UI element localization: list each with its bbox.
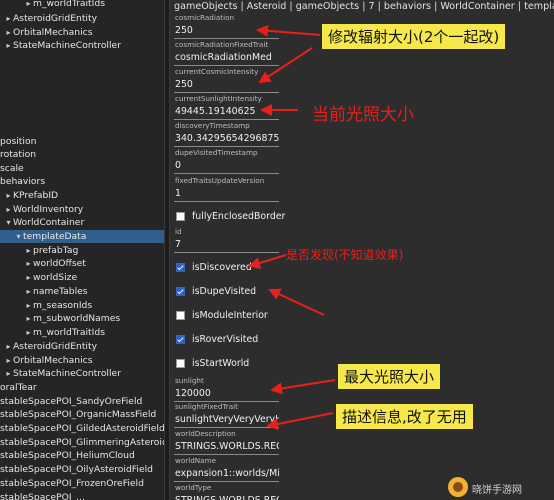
- annotation-is-discovered: 是否发现(不知道效果): [286, 248, 404, 262]
- watermark-logo-icon: [448, 477, 468, 497]
- annotation-current-sunlight: 当前光照大小: [312, 105, 414, 125]
- watermark-text: 晓饼手游网: [472, 485, 522, 496]
- annotation-max-sunlight: 最大光照大小: [338, 364, 441, 389]
- watermark: 晓饼手游网: [442, 474, 554, 500]
- annotation-modify-radiation: 修改辐射大小(2个一起改): [322, 24, 506, 49]
- annotation-description: 描述信息,改了无用: [336, 404, 473, 429]
